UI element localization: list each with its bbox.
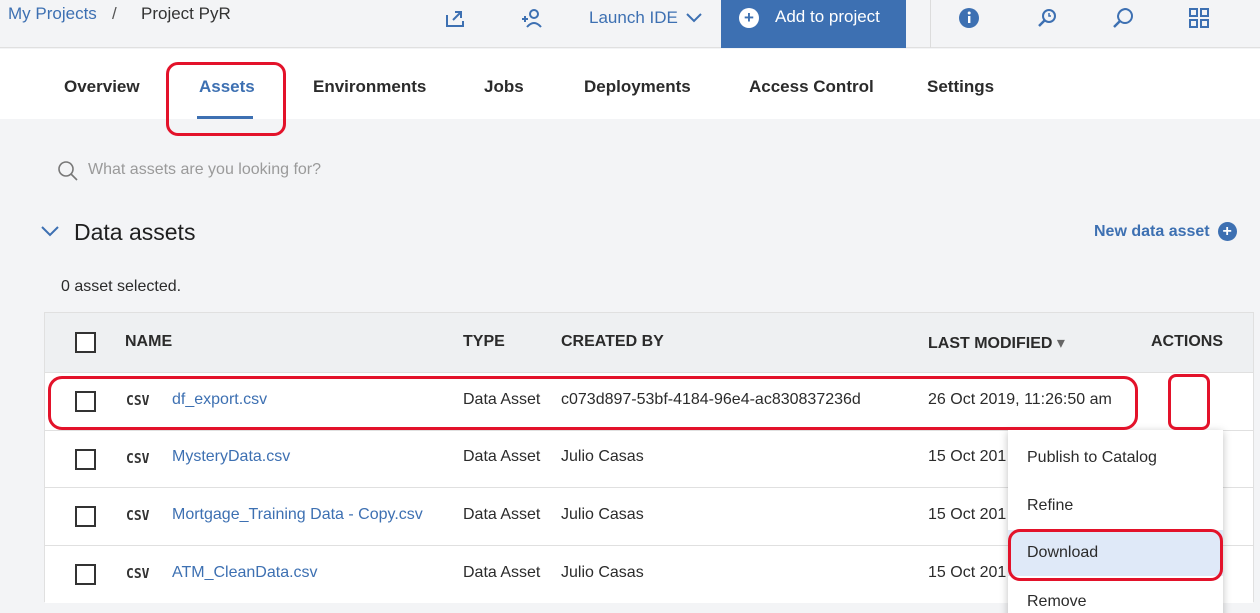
- launch-ide-label: Launch IDE: [589, 8, 678, 27]
- history-icon[interactable]: [1035, 6, 1059, 30]
- annotation-actions-button: [1168, 374, 1210, 430]
- section-title: Data assets: [74, 219, 196, 245]
- column-header-type[interactable]: TYPE: [463, 333, 505, 351]
- breadcrumb-current: Project PyR: [141, 4, 231, 23]
- breadcrumb-separator: /: [112, 4, 117, 23]
- annotation-download-item: [1008, 529, 1223, 581]
- chevron-down-icon: [686, 13, 702, 23]
- tab-access-control[interactable]: Access Control: [749, 77, 874, 97]
- header-divider: [930, 0, 931, 48]
- csv-file-icon: CSV: [126, 452, 150, 467]
- csv-file-icon: CSV: [126, 509, 150, 524]
- collapse-chevron-icon[interactable]: [40, 224, 60, 243]
- plus-icon: +: [739, 8, 759, 28]
- asset-name-link[interactable]: Mortgage_Training Data - Copy.csv: [172, 506, 423, 524]
- last-modified-label: LAST MODIFIED: [928, 335, 1053, 352]
- breadcrumb-my-projects[interactable]: My Projects: [8, 4, 97, 24]
- apps-icon[interactable]: [1187, 6, 1211, 30]
- column-header-actions: ACTIONS: [1151, 333, 1223, 350]
- tab-overview[interactable]: Overview: [64, 77, 140, 97]
- search-icon: [57, 160, 79, 187]
- asset-created-by: Julio Casas: [561, 448, 644, 465]
- asset-created-by: Julio Casas: [561, 564, 644, 581]
- tab-jobs[interactable]: Jobs: [484, 77, 524, 97]
- asset-name-link[interactable]: ATM_CleanData.csv: [172, 564, 318, 582]
- column-header-created-by[interactable]: CREATED BY: [561, 333, 664, 351]
- info-icon[interactable]: [957, 6, 981, 30]
- row-checkbox[interactable]: [75, 564, 96, 585]
- menu-item-remove[interactable]: Remove: [1008, 579, 1223, 613]
- column-header-last-modified[interactable]: LAST MODIFIED ▾: [928, 333, 1065, 353]
- community-icon[interactable]: [1111, 6, 1135, 30]
- selection-count: 0 asset selected.: [61, 278, 182, 295]
- menu-item-publish-to-catalog[interactable]: Publish to Catalog: [1008, 435, 1223, 481]
- new-data-asset-label: New data asset: [1094, 222, 1210, 240]
- add-to-project-button[interactable]: + Add to project: [721, 0, 906, 48]
- new-data-asset-link[interactable]: New data asset +: [1094, 222, 1237, 241]
- launch-ide-dropdown[interactable]: Launch IDE: [589, 8, 702, 28]
- column-header-name[interactable]: NAME: [125, 333, 172, 351]
- asset-name-link[interactable]: MysteryData.csv: [172, 448, 290, 466]
- asset-last-modified: 15 Oct 201: [928, 506, 1007, 523]
- sort-descending-icon: ▾: [1056, 335, 1065, 352]
- share-icon[interactable]: [443, 6, 467, 30]
- table-header: NAME TYPE CREATED BY LAST MODIFIED ▾ ACT…: [45, 313, 1253, 372]
- row-checkbox[interactable]: [75, 449, 96, 470]
- add-collaborator-icon[interactable]: [520, 6, 544, 30]
- tab-environments[interactable]: Environments: [313, 77, 426, 97]
- asset-last-modified: 15 Oct 201: [928, 564, 1007, 581]
- add-circle-icon: +: [1217, 222, 1237, 241]
- add-to-project-label: Add to project: [775, 7, 880, 26]
- asset-type: Data Asset: [463, 448, 541, 465]
- asset-search-input[interactable]: [88, 156, 588, 184]
- select-all-checkbox[interactable]: [75, 332, 96, 353]
- annotation-assets-tab: [166, 62, 286, 136]
- tab-deployments[interactable]: Deployments: [584, 77, 691, 97]
- row-actions-menu: Publish to Catalog Refine Download Remov…: [1008, 430, 1223, 613]
- row-checkbox[interactable]: [75, 506, 96, 527]
- asset-created-by: Julio Casas: [561, 506, 644, 523]
- asset-last-modified: 15 Oct 201: [928, 448, 1007, 465]
- asset-type: Data Asset: [463, 564, 541, 581]
- menu-item-refine[interactable]: Refine: [1008, 483, 1223, 529]
- top-bar: My Projects / Project PyR Launch IDE + A…: [0, 0, 1260, 48]
- asset-type: Data Asset: [463, 506, 541, 523]
- annotation-df-export-row: [48, 376, 1138, 430]
- csv-file-icon: CSV: [126, 567, 150, 582]
- tab-settings[interactable]: Settings: [927, 77, 994, 97]
